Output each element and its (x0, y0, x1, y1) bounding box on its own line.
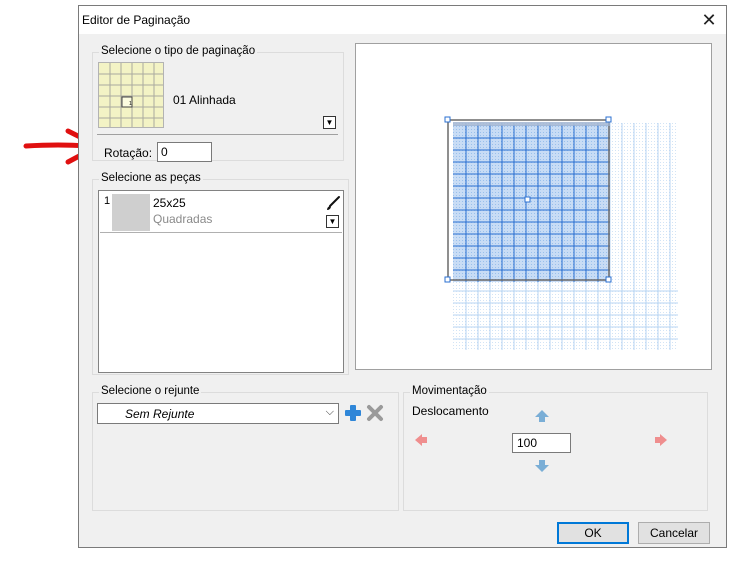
chevron-down-icon: ▼ (328, 217, 337, 226)
window-title: Editor de Paginação (82, 13, 191, 27)
piece-index: 1 (104, 195, 111, 207)
pattern-selected-label: 01 Alinhada (173, 93, 236, 107)
offset-label: Deslocamento (412, 404, 489, 418)
pattern-dropdown-button[interactable]: ▼ (323, 116, 336, 129)
movement-group: Movimentação Deslocamento (403, 385, 708, 511)
pattern-thumb-number: 1 (129, 101, 132, 107)
offset-input[interactable] (512, 433, 571, 453)
pagination-type-group: Selecione o tipo de paginação 1 01 Alinh… (92, 45, 344, 162)
arrow-right-icon[interactable] (654, 433, 668, 447)
arrow-left-icon[interactable] (414, 433, 428, 447)
piece-swatch (112, 194, 150, 231)
ok-button[interactable]: OK (557, 522, 629, 544)
aligned-grid-icon (99, 63, 163, 127)
arrow-down-icon[interactable] (534, 459, 550, 473)
piece-kind: Quadradas (153, 212, 213, 226)
pieces-list[interactable]: 1 25x25 Quadradas ▼ (98, 190, 344, 373)
rotation-label: Rotação: (104, 146, 153, 160)
title-bar: Editor de Paginação ✕ (79, 6, 726, 34)
pagination-preview[interactable] (355, 43, 712, 370)
grout-selected-value: Sem Rejunte (125, 407, 195, 421)
tile-grid-preview (444, 116, 678, 350)
piece-size: 25x25 (153, 196, 186, 210)
grout-legend: Selecione o rejunte (99, 385, 202, 397)
chevron-down-icon: ▼ (325, 118, 334, 127)
list-item[interactable]: 1 25x25 Quadradas ▼ (100, 192, 342, 233)
pieces-group: Selecione as peças 1 25x25 Quadradas ▼ (92, 172, 349, 375)
close-icon[interactable]: ✕ (698, 9, 720, 31)
divider (97, 134, 338, 135)
piece-dropdown-button[interactable]: ▼ (326, 215, 339, 228)
grout-group: Selecione o rejunte Sem Rejunte ⌵ (92, 385, 399, 511)
rotation-input[interactable] (157, 142, 212, 162)
grout-select[interactable]: Sem Rejunte ⌵ (97, 403, 339, 424)
x-icon[interactable] (366, 404, 384, 422)
cancel-button[interactable]: Cancelar (638, 522, 710, 544)
chevron-down-icon: ⌵ (325, 406, 334, 418)
arrow-up-icon[interactable] (534, 409, 550, 423)
pieces-legend: Selecione as peças (99, 172, 203, 184)
pagination-editor-dialog: Editor de Paginação ✕ Selecione o tipo d… (78, 5, 727, 548)
brush-icon[interactable] (325, 195, 341, 211)
pattern-thumbnail[interactable]: 1 (98, 62, 164, 128)
pagination-type-legend: Selecione o tipo de paginação (99, 45, 258, 57)
plus-icon[interactable] (344, 404, 362, 422)
movement-legend: Movimentação (410, 385, 489, 397)
